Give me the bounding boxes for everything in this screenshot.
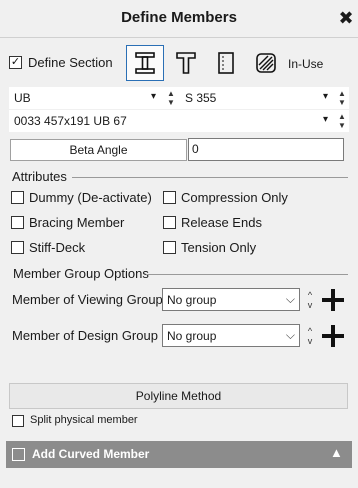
beta-angle-value: 0 (192, 142, 199, 156)
spin-icon[interactable]: ▲ ▼ (337, 89, 347, 107)
bracing-member-checkbox[interactable] (11, 216, 24, 229)
section-type-value: UB (14, 91, 31, 105)
material-value: S 355 (185, 91, 217, 105)
add-viewing-group-plus-icon[interactable] (322, 289, 344, 311)
dropdown-arrow-icon: ▾ (323, 91, 329, 102)
beta-angle-input[interactable]: 0 (188, 138, 344, 161)
design-group-spin-icon[interactable]: ^ v (305, 326, 315, 346)
section-name-value: 0033 457x191 UB 67 (14, 114, 127, 128)
in-use-label[interactable]: In-Use (288, 57, 323, 71)
design-group-select[interactable]: No group ⌵ (162, 324, 300, 347)
compression-only-label: Compression Only (181, 190, 288, 205)
design-group-label: Member of Design Group (12, 328, 158, 343)
hatched-section-icon (256, 53, 276, 73)
group-options-divider (146, 274, 348, 275)
viewing-group-spin-icon[interactable]: ^ v (305, 290, 315, 310)
release-ends-checkbox[interactable] (163, 216, 176, 229)
i-section-button[interactable] (126, 45, 164, 81)
add-curved-member-bar[interactable]: Add Curved Member ▲ (6, 441, 352, 468)
split-physical-member-checkbox[interactable] (12, 415, 24, 427)
close-icon[interactable]: ✖ (336, 6, 356, 30)
add-design-group-plus-icon[interactable] (322, 325, 344, 347)
split-physical-member-label: Split physical member (30, 414, 138, 426)
section-type-dropdown[interactable]: UB ▾ ▲ ▼ (9, 87, 181, 109)
plate-section-icon (218, 52, 234, 74)
collapse-arrow-icon[interactable]: ▲ (330, 445, 343, 460)
hatched-section-button[interactable] (247, 45, 285, 81)
group-options-heading: Member Group Options (13, 266, 149, 281)
dropdown-arrow-icon: ▾ (323, 114, 329, 125)
spin-icon[interactable]: ▲ ▼ (337, 112, 347, 130)
stiff-deck-checkbox[interactable] (11, 241, 24, 254)
design-group-value: No group (167, 329, 217, 343)
release-ends-label: Release Ends (181, 215, 262, 230)
viewing-group-value: No group (167, 293, 217, 307)
beta-angle-button[interactable]: Beta Angle (10, 139, 187, 161)
i-section-icon (135, 52, 155, 74)
spin-icon[interactable]: ▲ ▼ (166, 89, 176, 107)
chevron-down-icon: ⌵ (285, 292, 295, 306)
chevron-down-icon: ⌵ (285, 328, 295, 342)
define-section-label: Define Section (28, 55, 113, 70)
t-section-button[interactable] (167, 45, 205, 81)
tension-only-checkbox[interactable] (163, 241, 176, 254)
dummy-label: Dummy (De-activate) (29, 190, 152, 205)
polyline-method-label: Polyline Method (135, 389, 222, 403)
dummy-checkbox[interactable] (11, 191, 24, 204)
bracing-member-label: Bracing Member (29, 215, 125, 230)
stiff-deck-label: Stiff-Deck (29, 240, 86, 255)
attributes-divider (72, 177, 348, 178)
add-curved-member-label: Add Curved Member (32, 447, 150, 461)
section-name-dropdown[interactable]: 0033 457x191 UB 67 ▾ ▲ ▼ (9, 110, 349, 132)
window-title: Define Members (121, 9, 237, 26)
plate-section-button[interactable] (207, 45, 245, 81)
tension-only-label: Tension Only (181, 240, 257, 255)
t-section-icon (176, 52, 196, 74)
compression-only-checkbox[interactable] (163, 191, 176, 204)
define-section-checkbox[interactable] (9, 56, 22, 69)
viewing-group-select[interactable]: No group ⌵ (162, 288, 300, 311)
material-dropdown[interactable]: S 355 ▾ ▲ ▼ (181, 87, 349, 109)
add-curved-member-checkbox[interactable] (12, 448, 25, 461)
polyline-method-button[interactable]: Polyline Method (9, 383, 348, 409)
title-divider (0, 37, 358, 38)
dropdown-arrow-icon: ▾ (151, 91, 157, 102)
attributes-heading: Attributes (12, 169, 67, 184)
viewing-group-label: Member of Viewing Group (12, 292, 163, 307)
beta-angle-label: Beta Angle (69, 143, 128, 157)
